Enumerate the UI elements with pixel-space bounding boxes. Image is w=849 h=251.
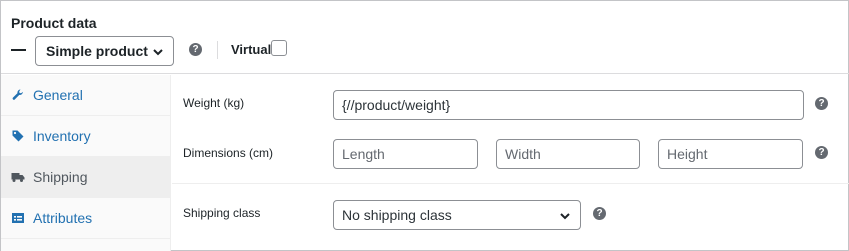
length-input[interactable] bbox=[333, 139, 478, 169]
tab-attributes[interactable]: Attributes bbox=[1, 198, 170, 239]
chevron-down-icon bbox=[153, 49, 163, 56]
virtual-label: Virtual bbox=[231, 42, 272, 57]
chevron-down-icon bbox=[560, 213, 570, 220]
section-divider bbox=[172, 183, 849, 184]
tab-shipping-label: Shipping bbox=[33, 169, 88, 185]
panel-title: Product data bbox=[11, 15, 97, 31]
weight-help-icon[interactable]: ? bbox=[815, 97, 828, 110]
panel-header: Product data Simple product ? Virtual bbox=[1, 1, 849, 74]
weight-input[interactable] bbox=[333, 90, 804, 120]
product-type-value: Simple product bbox=[46, 43, 148, 59]
product-type-select[interactable]: Simple product bbox=[35, 36, 174, 66]
weight-label: Weight (kg) bbox=[183, 96, 245, 110]
height-input[interactable] bbox=[658, 139, 803, 169]
help-icon[interactable]: ? bbox=[189, 43, 202, 56]
shipping-class-help-icon[interactable]: ? bbox=[593, 207, 606, 220]
virtual-checkbox[interactable] bbox=[271, 40, 287, 56]
product-data-tabs: General Inventory Shipping Attributes bbox=[1, 75, 171, 251]
tab-general-label: General bbox=[33, 87, 83, 103]
dimensions-label: Dimensions (cm) bbox=[183, 146, 274, 160]
product-data-panel: Product data Simple product ? Virtual Ge… bbox=[0, 0, 849, 251]
table-icon bbox=[11, 211, 25, 225]
width-input[interactable] bbox=[496, 139, 640, 169]
shipping-class-value: No shipping class bbox=[342, 207, 452, 223]
dimensions-help-icon[interactable]: ? bbox=[815, 146, 828, 159]
tag-icon bbox=[11, 129, 25, 143]
shipping-class-label: Shipping class bbox=[183, 206, 261, 220]
truck-icon bbox=[11, 170, 25, 184]
dash-separator bbox=[11, 49, 26, 51]
wrench-icon bbox=[11, 88, 25, 102]
tab-shipping[interactable]: Shipping bbox=[1, 157, 170, 198]
tab-inventory[interactable]: Inventory bbox=[1, 116, 170, 157]
vertical-separator bbox=[217, 41, 218, 59]
shipping-class-select[interactable]: No shipping class bbox=[333, 200, 581, 230]
tab-inventory-label: Inventory bbox=[33, 128, 91, 144]
tab-general[interactable]: General bbox=[1, 75, 170, 116]
tab-attributes-label: Attributes bbox=[33, 210, 93, 226]
